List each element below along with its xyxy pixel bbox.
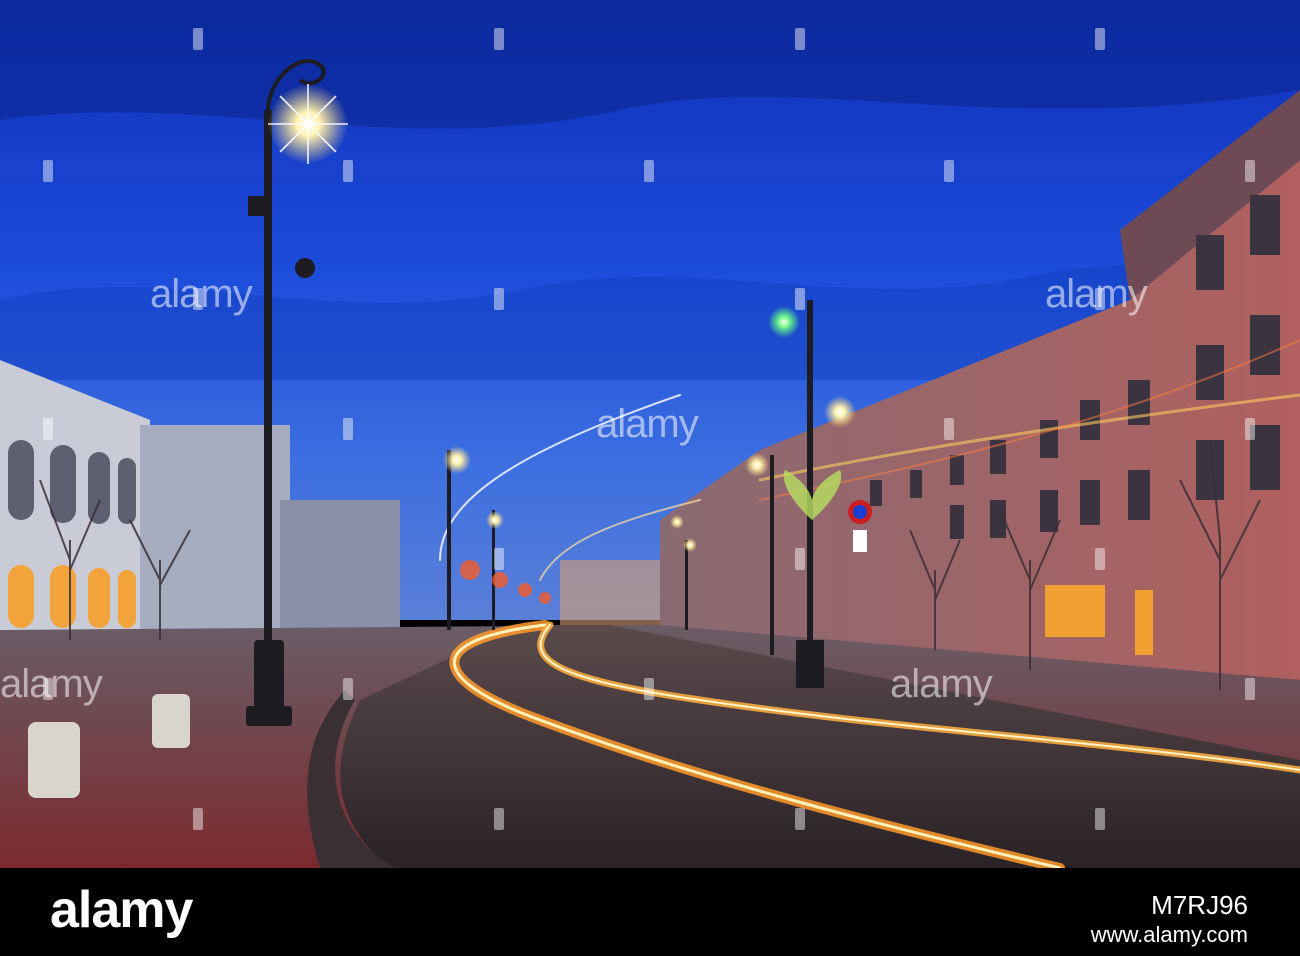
watermark-dot — [1095, 548, 1105, 570]
watermark-dot — [1245, 160, 1255, 182]
watermark-dot — [1095, 808, 1105, 830]
watermark-text: alamy — [596, 402, 699, 446]
watermark-dot — [795, 28, 805, 50]
watermark-dot — [1245, 678, 1255, 700]
stock-footer: alamy M7RJ96 www.alamy.com — [0, 868, 1300, 956]
watermark-dot — [795, 548, 805, 570]
watermark-text: alamy — [890, 662, 993, 706]
footer-logo: alamy — [50, 881, 193, 939]
street-photo: alamy alamy alamy alamy alamy — [0, 0, 1300, 868]
watermark-dot — [494, 288, 504, 310]
watermark-text: alamy — [150, 272, 253, 316]
watermark-dot — [944, 160, 954, 182]
watermark-dot — [343, 678, 353, 700]
watermark-text: alamy — [1045, 272, 1148, 316]
watermark-dot — [494, 28, 504, 50]
watermark-dot — [944, 418, 954, 440]
watermark-dot — [343, 418, 353, 440]
footer-url: www.alamy.com — [1090, 922, 1248, 947]
watermark-text: alamy — [0, 662, 103, 706]
watermark-dot — [644, 160, 654, 182]
watermark-dot — [193, 28, 203, 50]
watermark-dot — [795, 808, 805, 830]
watermark-dot — [494, 808, 504, 830]
watermark-dot — [795, 288, 805, 310]
watermark-dot — [644, 678, 654, 700]
watermark-dot — [1095, 28, 1105, 50]
image-id: M7RJ96 — [1151, 890, 1248, 920]
watermark-dot — [1245, 418, 1255, 440]
watermark-dot — [43, 418, 53, 440]
watermark-dot — [494, 548, 504, 570]
watermark-dot — [43, 160, 53, 182]
watermark-dot — [193, 808, 203, 830]
watermark-dot — [343, 160, 353, 182]
